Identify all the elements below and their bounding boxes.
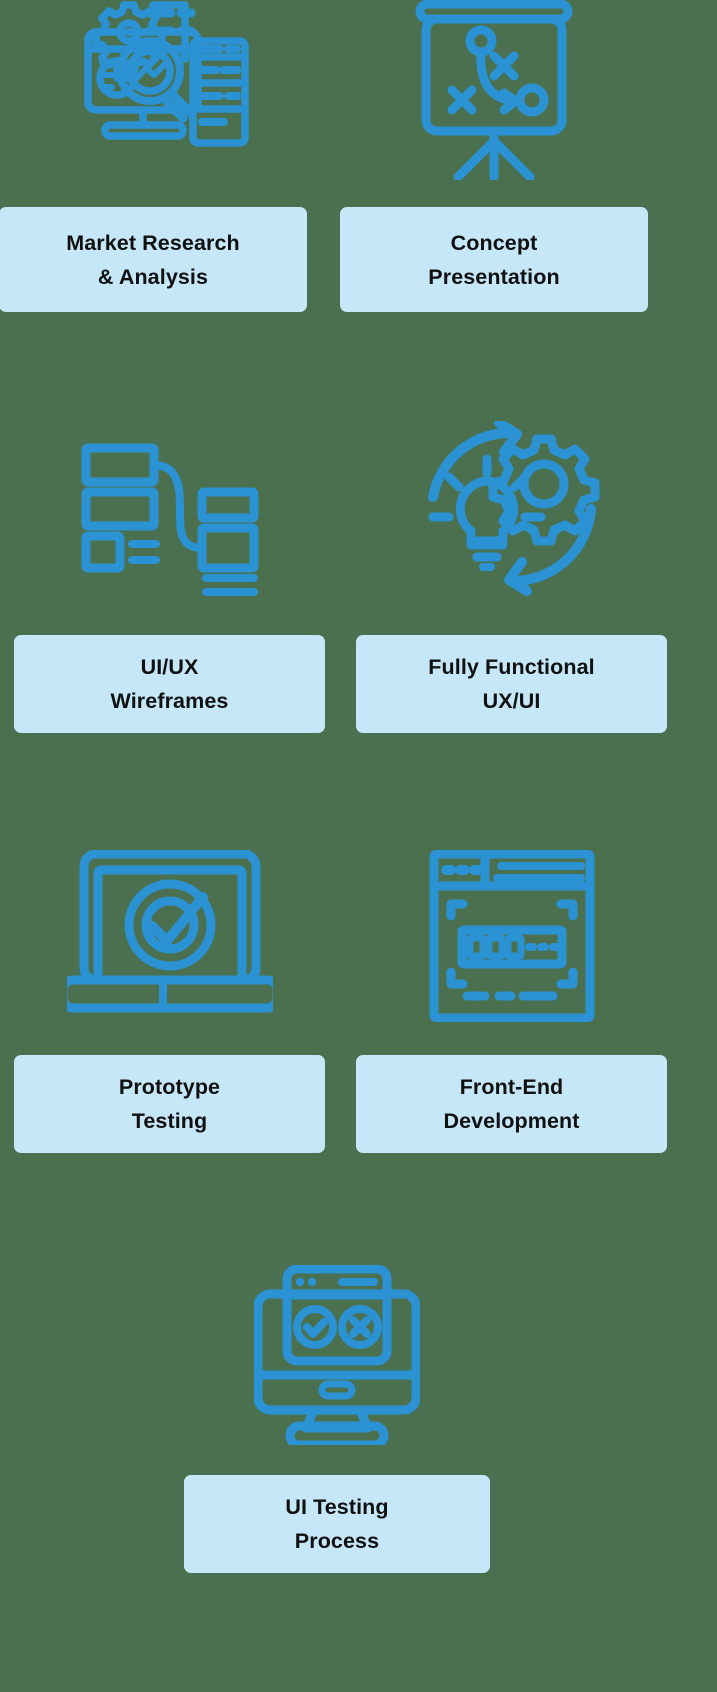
step-label-card[interactable]: Concept Presentation bbox=[340, 207, 648, 312]
market-research-dashboard-icon bbox=[53, 0, 253, 180]
lightbulb-gear-cycle-icon bbox=[419, 416, 605, 616]
step-label-line-2: Wireframes bbox=[110, 689, 229, 713]
step-label-card[interactable]: UI Testing Process bbox=[184, 1475, 490, 1573]
step-label-line-2: Testing bbox=[131, 1109, 208, 1133]
step-front-end-development[interactable]: Front-End Development bbox=[356, 836, 667, 1153]
step-prototype-testing[interactable]: Prototype Testing bbox=[14, 836, 325, 1153]
step-label-card[interactable]: Market Research & Analysis bbox=[0, 207, 307, 312]
step-label-line-2: & Analysis bbox=[97, 264, 209, 289]
step-label-card[interactable]: Prototype Testing bbox=[14, 1055, 325, 1153]
monitor-pass-fail-icon bbox=[254, 1255, 420, 1455]
step-label-card[interactable]: Fully Functional UX/UI bbox=[356, 635, 667, 733]
presentation-board-strategy-icon bbox=[414, 0, 574, 180]
step-market-research[interactable]: Market Research & Analysis bbox=[0, 0, 307, 312]
step-label-line-1: Front-End bbox=[459, 1075, 564, 1099]
wireframe-blocks-icon bbox=[80, 416, 260, 616]
step-fully-functional-ux-ui[interactable]: Fully Functional UX/UI bbox=[356, 416, 667, 733]
step-label-line-2: UX/UI bbox=[482, 689, 541, 713]
process-steps-board: Market Research & Analysis Concept Prese… bbox=[0, 0, 717, 1692]
step-label-card[interactable]: Front-End Development bbox=[356, 1055, 667, 1153]
step-ui-ux-wireframes[interactable]: UI/UX Wireframes bbox=[14, 416, 325, 733]
step-ui-testing-process[interactable]: UI Testing Process bbox=[184, 1255, 490, 1573]
step-label-card[interactable]: UI/UX Wireframes bbox=[14, 635, 325, 733]
step-label-line-1: Concept bbox=[450, 230, 538, 255]
step-label-line-1: UI/UX bbox=[140, 655, 199, 679]
step-label-line-2: Process bbox=[294, 1529, 380, 1553]
step-label-line-1: Prototype bbox=[118, 1075, 221, 1099]
step-label-line-1: Fully Functional bbox=[428, 655, 595, 679]
step-label-line-2: Presentation bbox=[428, 264, 560, 289]
step-label-line-1: Market Research bbox=[66, 230, 240, 255]
laptop-target-check-icon bbox=[66, 836, 273, 1036]
browser-layout-code-icon bbox=[429, 836, 595, 1036]
step-concept-presentation[interactable]: Concept Presentation bbox=[340, 0, 648, 312]
step-label-line-1: UI Testing bbox=[285, 1495, 389, 1519]
step-label-line-2: Development bbox=[443, 1109, 580, 1133]
